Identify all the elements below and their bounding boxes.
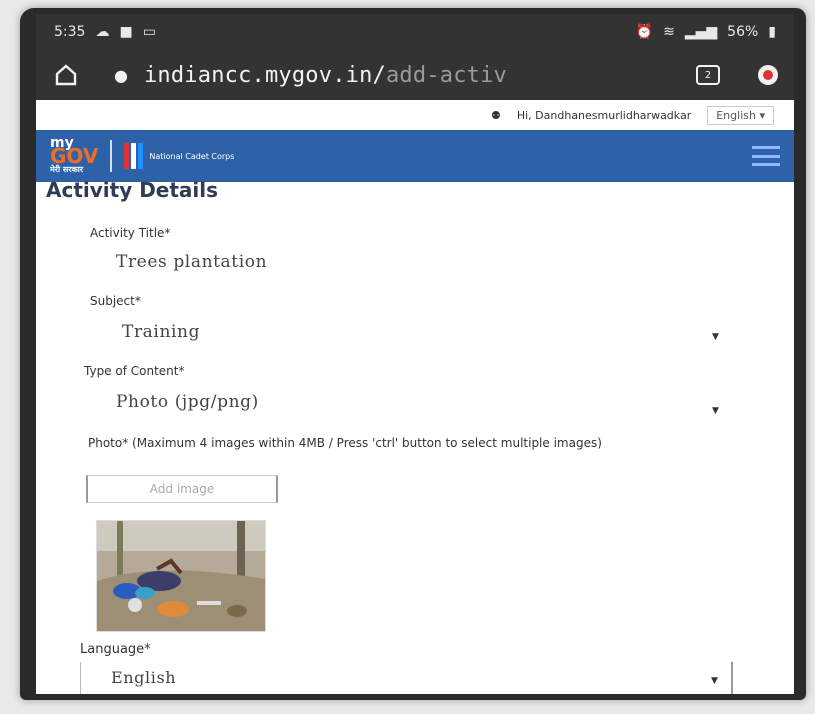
language-dropdown-icon[interactable]: ▼ (711, 676, 718, 686)
user-icon: ⚉ (490, 108, 501, 122)
logo-gov: GOV (50, 143, 99, 168)
user-greeting[interactable]: Hi, Dandhanesmurlidharwadkar (517, 109, 691, 122)
battery-percent: 56% (727, 24, 759, 40)
gallery-icon: ▭ (142, 24, 156, 40)
ncc-emblem-icon (124, 143, 144, 169)
mygov-logo[interactable]: my GOV मेरी सरकार (50, 136, 99, 176)
url-path: add-activ (385, 62, 507, 88)
hamburger-menu-icon[interactable] (752, 146, 780, 166)
page-title: Activity Details (46, 178, 219, 202)
language-label: Language* (80, 642, 151, 657)
site-language-select[interactable]: English ▾ (707, 105, 774, 125)
browser-menu-icon[interactable] (758, 65, 778, 85)
subject-dropdown-icon[interactable]: ▼ (712, 332, 719, 342)
activity-form: Activity Details Activity Title* Trees p… (36, 178, 794, 694)
content-type-select[interactable]: Photo (jpg/png) (116, 392, 259, 412)
folder-icon: ■ (119, 24, 133, 40)
status-right: ⏰ ≋ ▂▄▆ 56% ▮ (636, 24, 776, 40)
subject-select[interactable]: Training (122, 322, 200, 342)
wifi-icon: ≋ (663, 24, 675, 40)
signal-icon: ▂▄▆ (684, 24, 718, 40)
browser-url-bar: ● indiancc.mygov.in/add-activ 2 (36, 50, 794, 100)
tabs-button[interactable]: 2 (696, 65, 720, 85)
status-bar: 5:35 ☁ ■ ▭ ⏰ ≋ ▂▄▆ 56% ▮ (36, 14, 794, 50)
cloud-icon: ☁ (95, 24, 110, 40)
language-select[interactable]: English ▼ (80, 662, 733, 694)
phone-screen: 5:35 ☁ ■ ▭ ⏰ ≋ ▂▄▆ 56% ▮ ● indiancc.mygo… (36, 14, 794, 694)
status-time: 5:35 (54, 24, 86, 40)
user-bar: ⚉ Hi, Dandhanesmurlidharwadkar English ▾ (36, 100, 794, 130)
ncc-logo[interactable]: National Cadet Corps (124, 143, 234, 169)
content-type-label: Type of Content* (84, 364, 185, 378)
home-icon[interactable] (52, 61, 80, 89)
chevron-down-icon: ▾ (759, 108, 765, 122)
nav-divider (110, 140, 113, 172)
language-value: English (111, 668, 177, 687)
activity-title-label: Activity Title* (90, 226, 171, 240)
add-image-button[interactable]: Add image (86, 475, 278, 503)
ncc-text: National Cadet Corps (149, 151, 235, 161)
status-left: 5:35 ☁ ■ ▭ (54, 24, 156, 40)
site-language-value: English (716, 108, 756, 122)
content-type-dropdown-icon[interactable]: ▼ (712, 406, 719, 416)
url-field[interactable]: indiancc.mygov.in/add-activ (144, 63, 696, 88)
phone-frame: 5:35 ☁ ■ ▭ ⏰ ≋ ▂▄▆ 56% ▮ ● indiancc.mygo… (20, 8, 806, 700)
alarm-icon: ⏰ (635, 24, 654, 40)
lock-icon: ● (114, 65, 128, 85)
tabs-count-icon: 2 (704, 69, 712, 81)
activity-title-input[interactable]: Trees plantation (116, 252, 267, 272)
url-domain: indiancc.mygov.in/ (143, 62, 386, 88)
site-navbar: my GOV मेरी सरकार National Cadet Corps (36, 130, 794, 182)
battery-icon: ▮ (768, 24, 776, 40)
uploaded-photo-thumbnail[interactable] (96, 520, 266, 632)
photo-label: Photo* (Maximum 4 images within 4MB / Pr… (88, 436, 602, 450)
add-image-label: Add image (149, 482, 215, 496)
subject-label: Subject* (90, 294, 141, 308)
